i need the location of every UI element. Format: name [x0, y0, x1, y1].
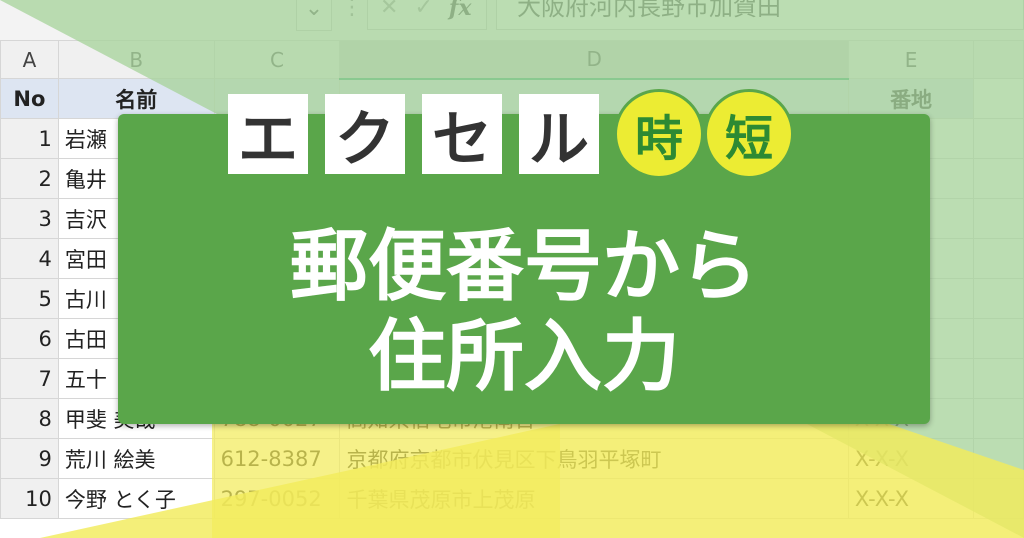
empty-cell[interactable] [973, 278, 1024, 319]
row-number[interactable]: 10 [0, 478, 59, 519]
empty-cell[interactable] [973, 238, 1024, 279]
empty-cell[interactable] [973, 438, 1024, 479]
close-icon[interactable]: ✕ [380, 0, 398, 19]
address-cell[interactable]: 千葉県茂原市上茂原 [339, 478, 849, 519]
banner-subtitle-line-2: 住所入力 [367, 312, 680, 402]
name-cell[interactable]: 今野 とく子 [57, 478, 215, 519]
zip-cell[interactable]: 612-8387 [213, 438, 341, 479]
formula-bar: ⌄ ⋮ ✕ ✓ fx 大阪府河内長野市加賀田 [0, 0, 1024, 41]
empty-cell[interactable] [973, 78, 1024, 119]
row-number[interactable]: 2 [0, 158, 59, 199]
column-header-d[interactable]: D [339, 40, 849, 80]
fx-button[interactable]: fx [449, 0, 472, 19]
empty-cell[interactable] [973, 478, 1024, 519]
check-icon[interactable]: ✓ [414, 0, 432, 19]
badge-circle-ji: 時 [614, 89, 704, 179]
column-header-f[interactable] [973, 40, 1024, 79]
banchi-cell[interactable]: X-X-X [847, 438, 975, 479]
column-header-e[interactable]: E [847, 40, 975, 79]
formula-input[interactable]: 大阪府河内長野市加賀田 [496, 0, 1024, 30]
row-number[interactable]: 6 [0, 318, 59, 359]
formula-bar-separator: ⋮ [341, 0, 363, 20]
header-cell-banchi[interactable]: 番地 [847, 78, 975, 119]
table-row: 10 今野 とく子 297-0052 千葉県茂原市上茂原 X-X-X [0, 478, 1024, 519]
column-header-b[interactable]: B [57, 40, 215, 79]
zip-cell[interactable]: 297-0052 [213, 478, 341, 519]
formula-buttons: ✕ ✓ fx [367, 0, 487, 30]
table-row: 9 荒川 絵美 612-8387 京都府京都市伏見区下鳥羽平塚町 X-X-X [0, 438, 1024, 479]
kana-box: ル [519, 94, 599, 175]
column-header-a[interactable]: A [0, 40, 59, 79]
badge-circle-tan: 短 [704, 89, 794, 179]
kana-box: エ [228, 94, 308, 175]
banner-subtitle-line-1: 郵便番号から [289, 222, 758, 312]
row-number[interactable]: 7 [0, 358, 59, 399]
row-number[interactable]: 1 [0, 118, 59, 159]
row-number[interactable]: 9 [0, 438, 59, 479]
empty-cell[interactable] [973, 158, 1024, 199]
header-cell-name[interactable]: 名前 [57, 78, 215, 119]
header-cell-no[interactable]: No [0, 78, 59, 119]
empty-cell[interactable] [973, 398, 1024, 439]
row-number[interactable]: 8 [0, 398, 59, 439]
kana-box: セ [422, 94, 502, 175]
empty-cell[interactable] [973, 318, 1024, 359]
empty-cell[interactable] [973, 118, 1024, 159]
address-cell[interactable]: 京都府京都市伏見区下鳥羽平塚町 [339, 438, 849, 479]
kana-box: ク [325, 94, 405, 175]
name-cell[interactable]: 荒川 絵美 [57, 438, 215, 479]
chevron-down-icon: ⌄ [304, 0, 324, 21]
empty-cell[interactable] [973, 358, 1024, 399]
banner-title: エ ク セ ル 時 短 [228, 84, 796, 184]
empty-cell[interactable] [973, 198, 1024, 239]
row-number[interactable]: 5 [0, 278, 59, 319]
row-number[interactable]: 4 [0, 238, 59, 279]
banchi-cell[interactable]: X-X-X [847, 478, 975, 519]
name-box-dropdown[interactable]: ⌄ [296, 0, 332, 31]
row-number[interactable]: 3 [0, 198, 59, 239]
column-header-c[interactable]: C [213, 40, 341, 79]
